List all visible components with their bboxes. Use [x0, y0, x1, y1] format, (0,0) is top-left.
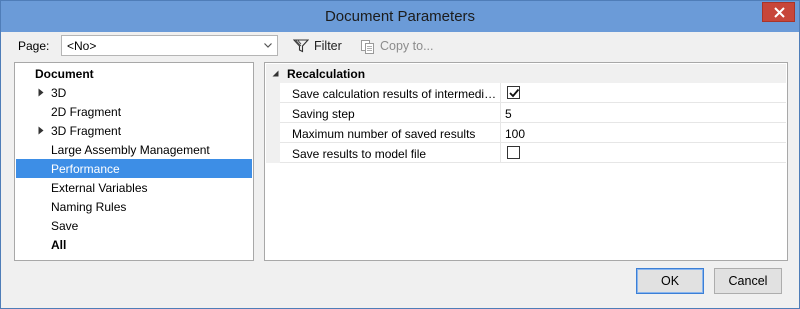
- row-gutter: [266, 143, 280, 163]
- tree-item-document[interactable]: Document: [16, 64, 252, 83]
- tree-item-label: Performance: [51, 162, 120, 176]
- copy-to-button[interactable]: Copy to...: [357, 35, 437, 57]
- saving-step-value[interactable]: 5: [505, 107, 512, 121]
- property-group-recalculation[interactable]: Recalculation: [266, 64, 786, 83]
- category-tree[interactable]: Document 3D 2D Fragment 3D Fragment Larg…: [14, 62, 254, 261]
- tree-item-label: 3D Fragment: [51, 124, 122, 138]
- property-grid: Recalculation Save calculation results o…: [264, 62, 788, 261]
- close-button[interactable]: [762, 2, 795, 22]
- tree-item-label: Save: [51, 219, 79, 233]
- cancel-button[interactable]: Cancel: [714, 268, 782, 294]
- tree-item-2d-fragment[interactable]: 2D Fragment: [16, 102, 252, 121]
- tree-item-all[interactable]: All: [16, 235, 252, 254]
- ok-button[interactable]: OK: [636, 268, 704, 294]
- property-name: Maximum number of saved results: [292, 127, 476, 141]
- collapse-arrow-icon[interactable]: [272, 70, 279, 77]
- row-gutter: [266, 83, 280, 103]
- max-saved-results-value[interactable]: 100: [505, 127, 525, 141]
- expand-arrow-icon[interactable]: [38, 88, 44, 97]
- column-divider: [500, 103, 501, 123]
- row-gutter: [266, 123, 280, 143]
- tree-item-label: Naming Rules: [51, 200, 127, 214]
- tree-item-performance[interactable]: Performance: [16, 159, 252, 178]
- property-name: Saving step: [292, 107, 355, 121]
- dialog-window: Document Parameters Page: <No> Filter Co…: [0, 0, 800, 309]
- save-to-model-file-checkbox[interactable]: [507, 146, 520, 159]
- property-row: Saving step 5: [266, 103, 786, 123]
- dialog-title: Document Parameters: [324, 8, 476, 25]
- title-bar: Document Parameters: [1, 1, 799, 32]
- property-row: Save calculation results of intermedia..…: [266, 83, 786, 103]
- tree-item-save[interactable]: Save: [16, 216, 252, 235]
- filter-icon: [293, 39, 309, 53]
- property-row: Save results to model file: [266, 143, 786, 163]
- column-divider: [500, 123, 501, 143]
- page-label: Page:: [18, 39, 50, 53]
- tree-item-label: 3D: [51, 86, 67, 100]
- tree-item-label: Document: [35, 67, 94, 81]
- property-group-label: Recalculation: [287, 67, 366, 81]
- expand-arrow-icon[interactable]: [38, 126, 44, 135]
- column-divider: [500, 143, 501, 163]
- chevron-down-icon: [264, 43, 272, 48]
- row-gutter: [266, 103, 280, 123]
- tree-item-label: 2D Fragment: [51, 105, 122, 119]
- tree-item-3d-fragment[interactable]: 3D Fragment: [16, 121, 252, 140]
- filter-button[interactable]: Filter: [290, 35, 345, 57]
- tree-item-label: External Variables: [51, 181, 148, 195]
- page-select[interactable]: <No>: [61, 35, 278, 56]
- tree-item-external-variables[interactable]: External Variables: [16, 178, 252, 197]
- filter-label: Filter: [314, 39, 342, 53]
- save-intermediate-results-checkbox[interactable]: [507, 86, 520, 99]
- copy-to-label: Copy to...: [380, 39, 434, 53]
- property-row: Maximum number of saved results 100: [266, 123, 786, 143]
- page-select-value: <No>: [67, 39, 97, 53]
- tree-item-label: All: [51, 238, 67, 252]
- checkmark-icon: [509, 88, 520, 98]
- property-name: Save results to model file: [292, 147, 427, 161]
- tree-item-3d[interactable]: 3D: [16, 83, 252, 102]
- column-divider: [500, 83, 501, 103]
- toolbar: Page: <No> Filter Copy to...: [1, 32, 799, 61]
- copy-icon: [361, 39, 374, 54]
- tree-item-naming-rules[interactable]: Naming Rules: [16, 197, 252, 216]
- tree-item-large-assembly-management[interactable]: Large Assembly Management: [16, 140, 252, 159]
- property-name: Save calculation results of intermedia..…: [292, 87, 500, 101]
- tree-item-label: Large Assembly Management: [51, 143, 210, 157]
- close-icon: [774, 7, 785, 18]
